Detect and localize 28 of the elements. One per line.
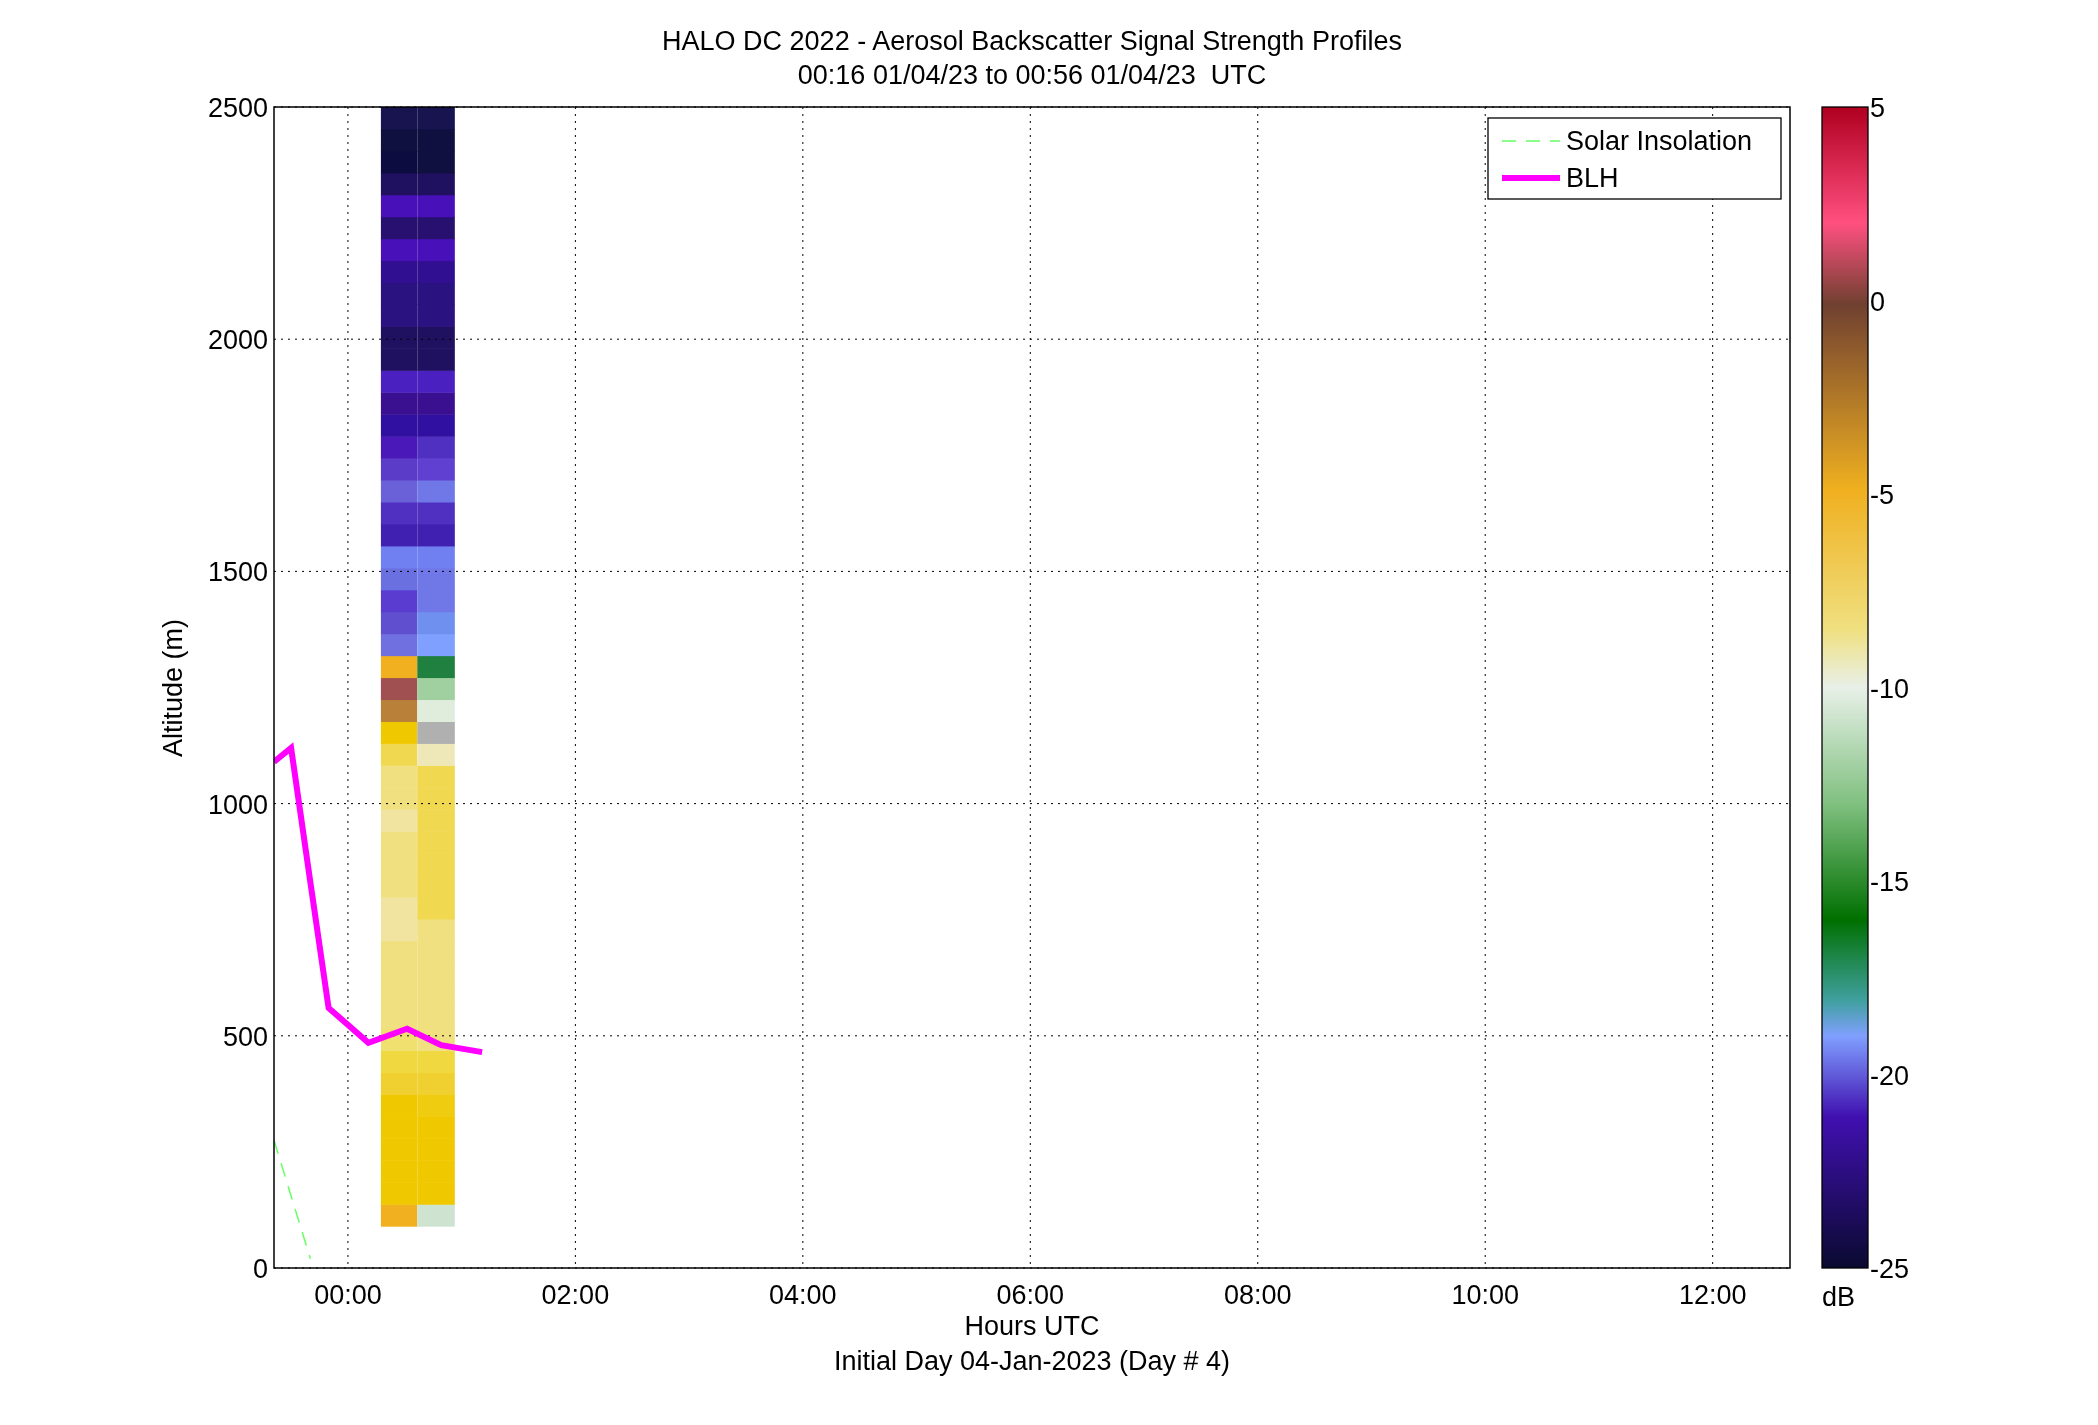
legend-label: Solar Insolation <box>1566 126 1753 156</box>
colorbar-tick-label: 0 <box>1870 286 1886 317</box>
caption: Initial Day 04-Jan-2023 (Day # 4) <box>833 1346 1231 1376</box>
colorbar-unit-label: dB <box>1822 1282 1856 1312</box>
axis-tick-label: 00:00 <box>314 1280 382 1310</box>
axis-tick-label: 10:00 <box>1451 1280 1519 1310</box>
colorbar-tick-label: -15 <box>1870 867 1910 897</box>
axis-tick-label: 1000 <box>207 789 268 820</box>
axis-tick-label: 2500 <box>207 93 268 123</box>
chart-subtitle: 00:16 01/04/23 to 00:56 01/04/23 UTC <box>797 60 1267 90</box>
colorbar-tick-label: 5 <box>1870 93 1886 123</box>
axis-tick-label: 06:00 <box>996 1280 1065 1310</box>
axis-tick-label: 12:00 <box>1678 1280 1747 1310</box>
axis-tick-label: 02:00 <box>541 1280 610 1310</box>
chart-title: HALO DC 2022 - Aerosol Backscatter Signal Strength Profiles <box>662 26 1402 56</box>
colorbar-tick-label: -20 <box>1870 1060 1910 1091</box>
y-axis-label: Altitude (m) <box>158 619 188 757</box>
axis-tick-label: 08:00 <box>1223 1280 1292 1310</box>
axis-tick-label: 04:00 <box>769 1280 837 1310</box>
colorbar-tick-label: -10 <box>1870 673 1910 704</box>
colorbar-tick-label: -5 <box>1870 480 1894 510</box>
axis-tick-label: 0 <box>252 1254 268 1284</box>
axis-tick-label: 500 <box>222 1021 268 1052</box>
colorbar-tick-label: -25 <box>1870 1254 1910 1284</box>
legend-label: BLH <box>1566 163 1619 193</box>
x-axis-label: Hours UTC <box>964 1311 1100 1341</box>
axis-tick-label: 1500 <box>207 557 268 588</box>
axis-tick-label: 2000 <box>207 325 268 356</box>
